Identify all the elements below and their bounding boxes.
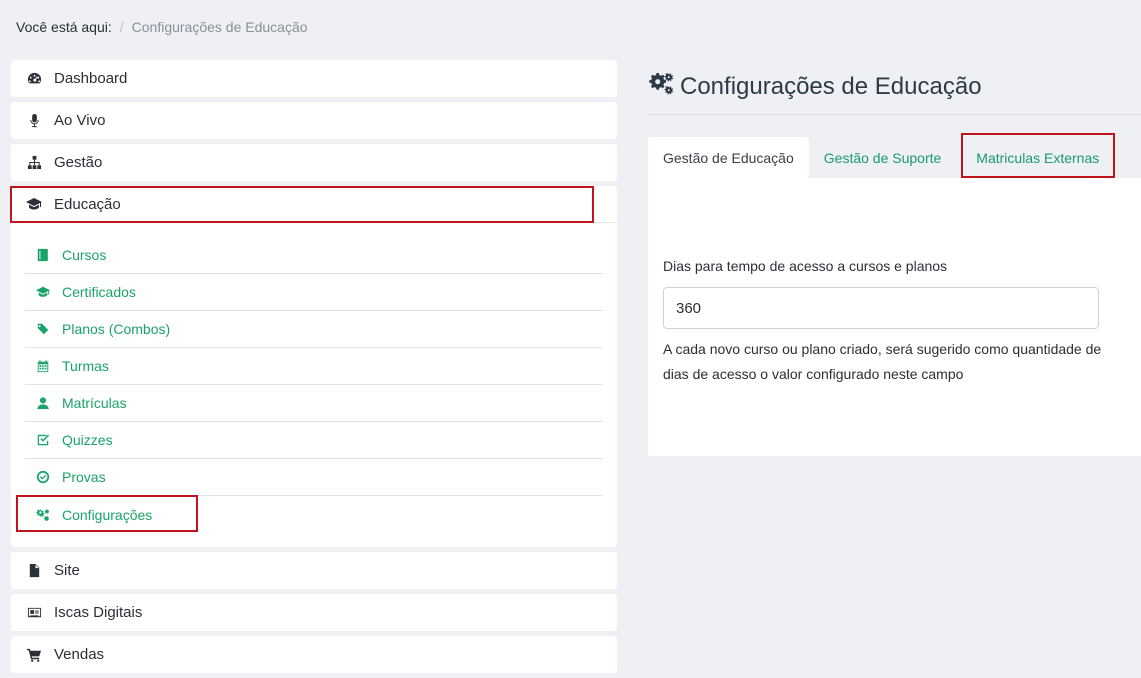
submenu-item-certificados[interactable]: Certificados [25, 274, 603, 311]
submenu-item-label: Provas [62, 469, 106, 485]
sidebar-item-label: Site [54, 562, 80, 579]
submenu-item-label: Configurações [62, 506, 153, 523]
sidebar-item-label: Educação [54, 195, 121, 213]
submenu-item-label: Turmas [62, 358, 109, 374]
check-circle-icon [35, 470, 51, 484]
microphone-icon [25, 113, 43, 129]
calendar-icon [35, 359, 51, 373]
sidebar-item-educacao[interactable]: Educação [10, 186, 617, 223]
check-square-icon [35, 433, 51, 447]
submenu-item-label: Certificados [62, 284, 136, 300]
education-submenu: Cursos Certificados Planos (Combos) Turm… [11, 223, 617, 547]
sidebar-item-dashboard[interactable]: Dashboard [11, 60, 617, 97]
sidebar-item-label: Ao Vivo [54, 112, 106, 129]
main-content: Configurações de Educação Gestão de Educ… [648, 60, 1141, 456]
cogs-icon [35, 508, 51, 522]
sitemap-icon [25, 155, 43, 171]
sidebar: Dashboard Ao Vivo Gestão Educação Cursos [10, 60, 617, 678]
file-icon [25, 563, 43, 579]
submenu-item-planos[interactable]: Planos (Combos) [25, 311, 603, 348]
submenu-item-provas[interactable]: Provas [25, 459, 603, 496]
page-title-text: Configurações de Educação [680, 73, 982, 100]
sidebar-item-iscas-digitais[interactable]: Iscas Digitais [11, 594, 617, 631]
tab-gestao-de-educacao[interactable]: Gestão de Educação [648, 137, 809, 178]
cogs-icon [648, 71, 674, 104]
sidebar-item-gestao[interactable]: Gestão [11, 144, 617, 181]
submenu-item-matriculas[interactable]: Matrículas [25, 385, 603, 422]
access-days-input[interactable] [663, 287, 1099, 329]
submenu-item-configuracoes[interactable]: Configurações [16, 495, 603, 533]
sidebar-item-ao-vivo[interactable]: Ao Vivo [11, 102, 617, 139]
tab-matriculas-externas[interactable]: Matriculas Externas [961, 133, 1116, 178]
book-icon [35, 248, 51, 262]
submenu-item-cursos[interactable]: Cursos [25, 237, 603, 274]
sidebar-item-vendas[interactable]: Vendas [11, 636, 617, 673]
submenu-item-turmas[interactable]: Turmas [25, 348, 603, 385]
sidebar-item-site[interactable]: Site [11, 552, 617, 589]
breadcrumb-lead: Você está aqui: [16, 19, 112, 35]
graduation-cap-icon [25, 196, 43, 212]
access-days-help: A cada novo curso ou plano criado, será … [663, 341, 1102, 382]
submenu-item-label: Matrículas [62, 395, 127, 411]
tab-label: Matriculas Externas [976, 149, 1100, 166]
cart-icon [25, 647, 43, 663]
sidebar-item-label: Dashboard [54, 70, 128, 87]
sidebar-item-label: Iscas Digitais [54, 604, 143, 621]
page-title: Configurações de Educação [648, 60, 1141, 115]
graduation-cap-icon [35, 285, 51, 299]
tab-bar: Gestão de Educação Gestão de Suporte Mat… [648, 133, 1141, 178]
dashboard-icon [25, 71, 43, 87]
id-card-icon [25, 605, 43, 621]
breadcrumb-current: Configurações de Educação [131, 19, 308, 35]
submenu-item-label: Cursos [62, 247, 107, 263]
tab-panel: Dias para tempo de acesso a cursos e pla… [648, 178, 1141, 456]
breadcrumb: Você está aqui: / Configurações de Educa… [16, 19, 308, 35]
breadcrumb-separator: / [119, 19, 124, 35]
user-icon [35, 396, 51, 410]
sidebar-item-label: Gestão [54, 154, 103, 171]
sidebar-item-label: Vendas [54, 646, 105, 663]
tab-gestao-de-suporte[interactable]: Gestão de Suporte [809, 137, 957, 178]
tags-icon [35, 322, 51, 336]
submenu-item-label: Planos (Combos) [62, 321, 171, 337]
sidebar-group-educacao: Educação Cursos Certificados Planos (Com… [10, 186, 617, 547]
submenu-item-quizzes[interactable]: Quizzes [25, 422, 603, 459]
submenu-item-label: Quizzes [62, 432, 113, 448]
access-days-label: Dias para tempo de acesso a cursos e pla… [663, 258, 948, 274]
